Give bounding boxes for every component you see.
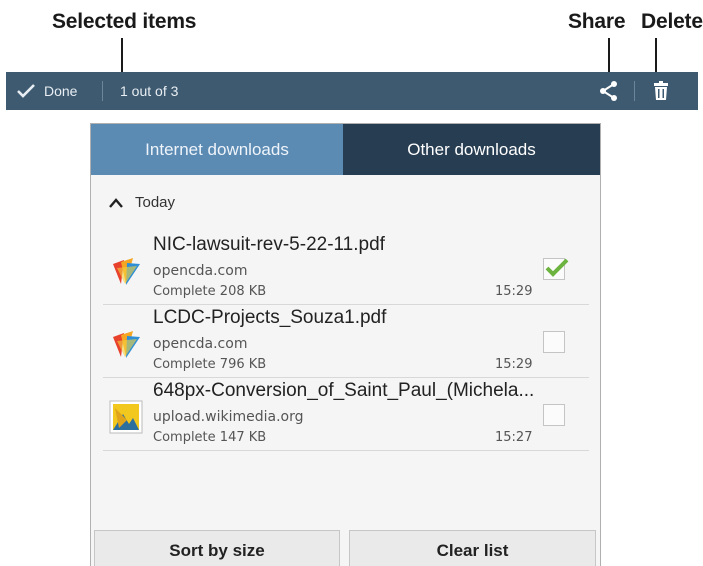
callout-share: Share bbox=[568, 10, 626, 33]
tab-other-downloads[interactable]: Other downloads bbox=[343, 124, 600, 175]
select-checkbox[interactable] bbox=[543, 258, 569, 280]
delete-button[interactable] bbox=[650, 80, 672, 102]
chevron-up-icon bbox=[109, 198, 123, 208]
select-checkbox[interactable] bbox=[543, 331, 565, 353]
file-source: opencda.com bbox=[153, 263, 248, 279]
file-status: Complete 796 KB bbox=[153, 357, 267, 372]
done-button[interactable]: Done bbox=[16, 72, 77, 110]
file-status: Complete 147 KB bbox=[153, 430, 267, 445]
pdf-file-icon bbox=[113, 258, 140, 285]
pdf-file-icon bbox=[113, 331, 140, 358]
clear-list-button[interactable]: Clear list bbox=[349, 530, 596, 566]
selection-count[interactable]: 1 out of 3 bbox=[120, 72, 178, 110]
file-time: 15:27 bbox=[495, 430, 533, 445]
sort-by-size-button[interactable]: Sort by size bbox=[94, 530, 340, 566]
checkmark-icon bbox=[545, 258, 569, 277]
tab-internet-downloads[interactable]: Internet downloads bbox=[91, 124, 343, 175]
divider bbox=[634, 81, 635, 101]
downloads-panel: Internet downloads Other downloads Today… bbox=[90, 123, 601, 566]
share-button[interactable] bbox=[598, 80, 620, 102]
section-header-today[interactable]: Today bbox=[109, 192, 175, 214]
tab-bar: Internet downloads Other downloads bbox=[91, 124, 600, 175]
select-checkbox[interactable] bbox=[543, 404, 565, 426]
list-item[interactable]: LCDC-Projects_Souza1.pdf opencda.com Com… bbox=[103, 305, 589, 378]
file-time: 15:29 bbox=[495, 284, 533, 299]
selection-action-bar: Done 1 out of 3 bbox=[6, 72, 698, 110]
section-label: Today bbox=[135, 194, 176, 211]
checkmark-icon bbox=[17, 84, 35, 98]
done-label: Done bbox=[44, 83, 78, 99]
file-source: upload.wikimedia.org bbox=[153, 409, 304, 425]
trash-icon bbox=[654, 81, 668, 100]
share-icon bbox=[600, 81, 617, 101]
file-name: NIC-lawsuit-rev-5-22-11.pdf bbox=[153, 234, 385, 255]
file-name: LCDC-Projects_Souza1.pdf bbox=[153, 307, 387, 328]
image-file-icon bbox=[109, 400, 143, 434]
divider bbox=[102, 81, 103, 101]
list-item[interactable]: NIC-lawsuit-rev-5-22-11.pdf opencda.com … bbox=[103, 232, 589, 305]
callout-selected-items: Selected items bbox=[52, 10, 197, 33]
list-item[interactable]: 648px-Conversion_of_Saint_Paul_(Michela.… bbox=[103, 378, 589, 451]
callout-delete: Delete bbox=[641, 10, 703, 33]
file-status: Complete 208 KB bbox=[153, 284, 267, 299]
file-source: opencda.com bbox=[153, 336, 248, 352]
file-time: 15:29 bbox=[495, 357, 533, 372]
file-name: 648px-Conversion_of_Saint_Paul_(Michela.… bbox=[153, 380, 535, 401]
